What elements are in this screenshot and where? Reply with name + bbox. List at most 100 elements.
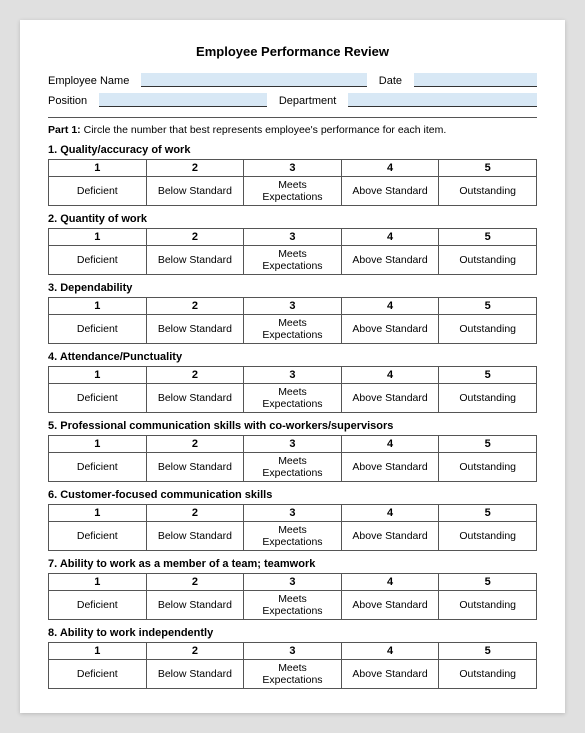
rating-label: Meets Expectations <box>244 660 342 689</box>
rating-number[interactable]: 2 <box>146 574 244 591</box>
rating-table-2: 12345DeficientBelow StandardMeets Expect… <box>48 228 537 275</box>
rating-label: Above Standard <box>341 591 439 620</box>
rating-number[interactable]: 2 <box>146 229 244 246</box>
rating-number[interactable]: 1 <box>49 298 147 315</box>
rating-label: Below Standard <box>146 177 244 206</box>
rating-number[interactable]: 1 <box>49 367 147 384</box>
category-title-7: 7. Ability to work as a member of a team… <box>48 558 537 570</box>
rating-label: Deficient <box>49 591 147 620</box>
rating-label: Meets Expectations <box>244 315 342 344</box>
rating-number[interactable]: 2 <box>146 367 244 384</box>
rating-table-5: 12345DeficientBelow StandardMeets Expect… <box>48 435 537 482</box>
rating-number[interactable]: 4 <box>341 436 439 453</box>
rating-label: Below Standard <box>146 315 244 344</box>
rating-label: Outstanding <box>439 177 537 206</box>
rating-label: Above Standard <box>341 384 439 413</box>
rating-label: Above Standard <box>341 453 439 482</box>
position-row: Position Department <box>48 93 537 107</box>
rating-number[interactable]: 1 <box>49 643 147 660</box>
rating-table-4: 12345DeficientBelow StandardMeets Expect… <box>48 366 537 413</box>
rating-labels-row: DeficientBelow StandardMeets Expectation… <box>49 177 537 206</box>
fields-block: Employee Name Date Position Department <box>48 73 537 107</box>
category-title-5: 5. Professional communication skills wit… <box>48 420 537 432</box>
rating-label: Meets Expectations <box>244 384 342 413</box>
rating-number[interactable]: 4 <box>341 643 439 660</box>
rating-numbers-row: 12345 <box>49 229 537 246</box>
rating-label: Outstanding <box>439 384 537 413</box>
rating-label: Outstanding <box>439 591 537 620</box>
rating-label: Above Standard <box>341 177 439 206</box>
rating-number[interactable]: 3 <box>244 160 342 177</box>
rating-number[interactable]: 2 <box>146 436 244 453</box>
employee-name-row: Employee Name Date <box>48 73 537 87</box>
divider <box>48 117 537 118</box>
rating-number[interactable]: 5 <box>439 298 537 315</box>
rating-labels-row: DeficientBelow StandardMeets Expectation… <box>49 315 537 344</box>
rating-numbers-row: 12345 <box>49 643 537 660</box>
rating-label: Deficient <box>49 660 147 689</box>
rating-label: Outstanding <box>439 660 537 689</box>
rating-label: Outstanding <box>439 315 537 344</box>
rating-number[interactable]: 5 <box>439 367 537 384</box>
part-text: Circle the number that best represents e… <box>84 124 447 136</box>
department-label: Department <box>279 95 336 107</box>
rating-label: Meets Expectations <box>244 453 342 482</box>
rating-number[interactable]: 3 <box>244 436 342 453</box>
position-input[interactable] <box>99 93 267 107</box>
rating-number[interactable]: 2 <box>146 160 244 177</box>
rating-numbers-row: 12345 <box>49 574 537 591</box>
rating-number[interactable]: 5 <box>439 505 537 522</box>
rating-number[interactable]: 3 <box>244 298 342 315</box>
rating-number[interactable]: 3 <box>244 574 342 591</box>
rating-label: Below Standard <box>146 591 244 620</box>
rating-numbers-row: 12345 <box>49 505 537 522</box>
rating-numbers-row: 12345 <box>49 160 537 177</box>
category-title-1: 1. Quality/accuracy of work <box>48 144 537 156</box>
rating-number[interactable]: 4 <box>341 367 439 384</box>
category-title-8: 8. Ability to work independently <box>48 627 537 639</box>
part-label: Part 1: <box>48 124 81 136</box>
rating-label: Below Standard <box>146 522 244 551</box>
position-label: Position <box>48 95 87 107</box>
rating-number[interactable]: 4 <box>341 505 439 522</box>
rating-number[interactable]: 3 <box>244 643 342 660</box>
rating-number[interactable]: 5 <box>439 160 537 177</box>
rating-number[interactable]: 1 <box>49 505 147 522</box>
rating-label: Meets Expectations <box>244 522 342 551</box>
rating-number[interactable]: 5 <box>439 574 537 591</box>
rating-number[interactable]: 5 <box>439 643 537 660</box>
rating-number[interactable]: 3 <box>244 367 342 384</box>
rating-number[interactable]: 2 <box>146 298 244 315</box>
employee-name-input[interactable] <box>141 73 366 87</box>
rating-table-6: 12345DeficientBelow StandardMeets Expect… <box>48 504 537 551</box>
rating-labels-row: DeficientBelow StandardMeets Expectation… <box>49 522 537 551</box>
rating-number[interactable]: 5 <box>439 436 537 453</box>
rating-label: Deficient <box>49 522 147 551</box>
rating-label: Below Standard <box>146 453 244 482</box>
rating-number[interactable]: 1 <box>49 160 147 177</box>
rating-number[interactable]: 1 <box>49 574 147 591</box>
rating-number[interactable]: 3 <box>244 229 342 246</box>
rating-number[interactable]: 4 <box>341 160 439 177</box>
rating-labels-row: DeficientBelow StandardMeets Expectation… <box>49 384 537 413</box>
rating-number[interactable]: 1 <box>49 436 147 453</box>
rating-number[interactable]: 2 <box>146 643 244 660</box>
rating-label: Below Standard <box>146 246 244 275</box>
rating-number[interactable]: 1 <box>49 229 147 246</box>
category-title-3: 3. Dependability <box>48 282 537 294</box>
rating-label: Deficient <box>49 384 147 413</box>
department-input[interactable] <box>348 93 537 107</box>
rating-number[interactable]: 3 <box>244 505 342 522</box>
rating-number[interactable]: 4 <box>341 574 439 591</box>
date-input[interactable] <box>414 73 537 87</box>
rating-label: Meets Expectations <box>244 591 342 620</box>
rating-number[interactable]: 4 <box>341 298 439 315</box>
rating-number[interactable]: 5 <box>439 229 537 246</box>
page-title: Employee Performance Review <box>48 44 537 59</box>
rating-number[interactable]: 2 <box>146 505 244 522</box>
rating-numbers-row: 12345 <box>49 436 537 453</box>
rating-label: Deficient <box>49 315 147 344</box>
rating-numbers-row: 12345 <box>49 298 537 315</box>
rating-number[interactable]: 4 <box>341 229 439 246</box>
rating-table-8: 12345DeficientBelow StandardMeets Expect… <box>48 642 537 689</box>
